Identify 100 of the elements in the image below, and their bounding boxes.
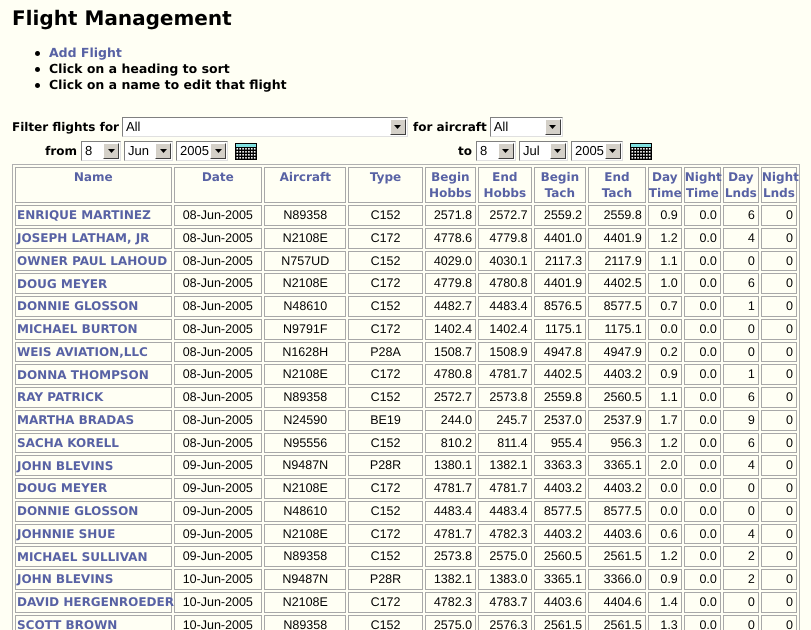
- table-cell: 6: [722, 273, 759, 294]
- table-cell: 0: [760, 524, 797, 544]
- table-cell: 4781.7: [478, 364, 532, 385]
- table-cell: 0.0: [684, 478, 721, 499]
- table-cell: 0.0: [684, 250, 721, 272]
- table-cell: 8577.5: [534, 500, 586, 522]
- table-cell: 1.7: [648, 410, 682, 430]
- filter-label: Filter flights for: [12, 119, 119, 136]
- table-cell: 0.9: [648, 205, 682, 226]
- table-cell: 6: [722, 432, 759, 454]
- dropdown[interactable]: 8: [81, 141, 121, 161]
- column-header[interactable]: Name: [15, 167, 172, 203]
- calendar-icon[interactable]: [235, 142, 257, 160]
- column-header[interactable]: Type: [348, 167, 423, 203]
- table-cell: 09-Jun-2005: [174, 478, 262, 499]
- column-header[interactable]: End Hobbs: [478, 167, 532, 203]
- column-header[interactable]: Aircraft: [264, 167, 346, 203]
- table-cell: 4947.9: [588, 342, 646, 362]
- table-cell: 0: [760, 342, 797, 362]
- table-cell: N9487N: [264, 455, 346, 476]
- dropdown[interactable]: 2005: [570, 141, 623, 161]
- table-cell: 0.9: [648, 364, 682, 385]
- column-header[interactable]: Day Time: [648, 167, 682, 203]
- table-cell: C152: [348, 500, 423, 522]
- table-cell: 0.0: [684, 318, 721, 340]
- table-cell: N89358: [264, 614, 346, 630]
- table-cell: 0.9: [648, 569, 682, 590]
- table-cell: 2.0: [648, 455, 682, 476]
- table-cell: 2561.5: [588, 546, 646, 567]
- table-cell: 810.2: [424, 432, 476, 454]
- column-header[interactable]: End Tach: [588, 167, 646, 203]
- table-cell: 08-Jun-2005: [174, 364, 262, 385]
- table-cell: 2576.3: [478, 614, 532, 630]
- table-cell: N89358: [264, 546, 346, 567]
- table-cell: 4483.4: [424, 500, 476, 522]
- column-header[interactable]: Night Lnds: [760, 167, 797, 203]
- table-cell: 0.6: [648, 524, 682, 544]
- table-cell: 0: [760, 478, 797, 499]
- column-header[interactable]: Begin Tach: [534, 167, 586, 203]
- table-cell: C172: [348, 524, 423, 544]
- table-cell: 2559.8: [534, 387, 586, 408]
- table-cell: 2561.5: [534, 614, 586, 630]
- table-cell: 0: [722, 500, 759, 522]
- table-cell: BE19: [348, 410, 423, 430]
- column-header[interactable]: Begin Hobbs: [424, 167, 476, 203]
- table-cell: 4404.6: [588, 592, 646, 612]
- table-cell: 4401.0: [534, 228, 586, 248]
- table-cell: N24590: [264, 410, 346, 430]
- calendar-icon[interactable]: [630, 142, 652, 160]
- table-cell: 2572.7: [478, 205, 532, 226]
- table-cell: 2573.8: [478, 387, 532, 408]
- table-cell: 1.4: [648, 592, 682, 612]
- table-cell: C152: [348, 432, 423, 454]
- table-cell: N48610: [264, 500, 346, 522]
- dropdown[interactable]: Jun: [124, 141, 173, 161]
- table-cell: 0: [760, 296, 797, 317]
- table-cell: 08-Jun-2005: [174, 432, 262, 454]
- table-cell: 1.2: [648, 228, 682, 248]
- table-cell: 0: [760, 228, 797, 248]
- table-cell: 4403.6: [588, 524, 646, 544]
- table-cell: 0.0: [684, 432, 721, 454]
- table-cell: N2108E: [264, 364, 346, 385]
- table-cell: 2537.9: [588, 410, 646, 430]
- dropdown[interactable]: All: [490, 117, 563, 137]
- table-cell: 4401.9: [588, 228, 646, 248]
- table-cell: 1.1: [648, 250, 682, 272]
- table-cell: 08-Jun-2005: [174, 387, 262, 408]
- table-cell: 1.3: [648, 614, 682, 630]
- table-cell: 0: [760, 569, 797, 590]
- table-cell: 0: [760, 387, 797, 408]
- table-cell: 3365.1: [534, 569, 586, 590]
- table-cell: 0.0: [684, 205, 721, 226]
- date-label: from: [45, 143, 77, 160]
- table-cell: N2108E: [264, 524, 346, 544]
- table-cell: 2: [722, 546, 759, 567]
- table-cell: 4403.2: [534, 478, 586, 499]
- table-cell: C172: [348, 228, 423, 248]
- add-flight-link[interactable]: Add Flight: [49, 44, 122, 62]
- table-cell: 4402.5: [534, 364, 586, 385]
- table-cell: 4403.6: [534, 592, 586, 612]
- column-header[interactable]: Date: [174, 167, 262, 203]
- column-header[interactable]: Day Lnds: [722, 167, 759, 203]
- dropdown[interactable]: 8: [476, 141, 516, 161]
- table-cell: N2108E: [264, 228, 346, 248]
- table-cell: 1383.0: [478, 569, 532, 590]
- dropdown[interactable]: 2005: [176, 141, 228, 161]
- table-cell: 4403.2: [588, 478, 646, 499]
- table-cell: 0.0: [684, 410, 721, 430]
- table-cell: 1402.4: [424, 318, 476, 340]
- table-cell: 4483.4: [478, 500, 532, 522]
- table-cell: C152: [348, 387, 423, 408]
- table-cell: N2108E: [264, 273, 346, 294]
- table-cell: 2560.5: [534, 546, 586, 567]
- dropdown[interactable]: Jul: [518, 141, 568, 161]
- table-cell: 09-Jun-2005: [174, 546, 262, 567]
- table-cell: 4779.8: [424, 273, 476, 294]
- dropdown[interactable]: All: [122, 117, 408, 137]
- column-header[interactable]: Night Time: [684, 167, 721, 203]
- table-cell: 2559.2: [534, 205, 586, 226]
- table-cell: 6: [722, 205, 759, 226]
